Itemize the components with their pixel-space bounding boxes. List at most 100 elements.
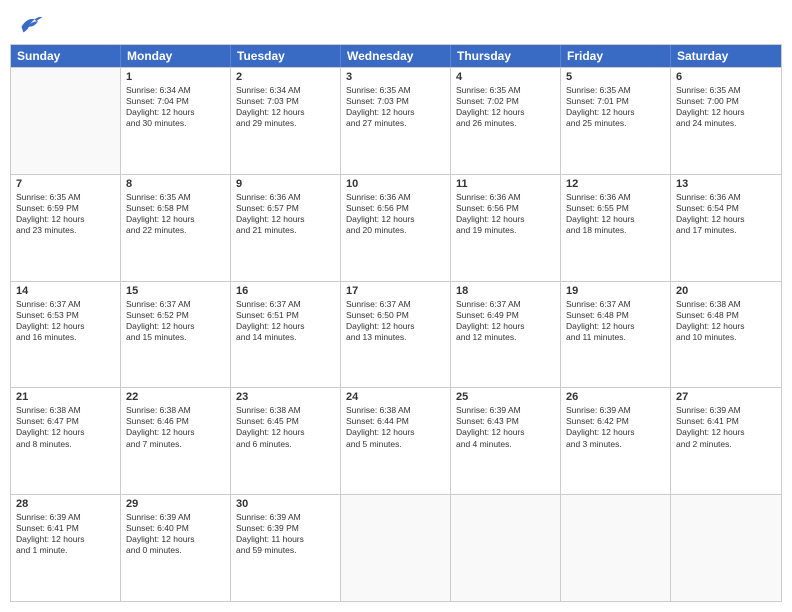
calendar-cell: 29 Sunrise: 6:39 AM Sunset: 6:40 PM Dayli…: [121, 495, 231, 601]
calendar-body: 1 Sunrise: 6:34 AM Sunset: 7:04 PM Daylig…: [11, 67, 781, 601]
header-day-friday: Friday: [561, 45, 671, 67]
day-info: Sunrise: 6:37 AM Sunset: 6:49 PM Dayligh…: [456, 299, 555, 343]
day-number: 2: [236, 71, 335, 83]
calendar-cell: 6 Sunrise: 6:35 AM Sunset: 7:00 PM Daylig…: [671, 68, 781, 174]
calendar-cell: 5 Sunrise: 6:35 AM Sunset: 7:01 PM Daylig…: [561, 68, 671, 174]
header-day-monday: Monday: [121, 45, 231, 67]
day-number: 15: [126, 285, 225, 297]
day-number: 22: [126, 391, 225, 403]
day-info: Sunrise: 6:36 AM Sunset: 6:57 PM Dayligh…: [236, 192, 335, 236]
calendar-header: SundayMondayTuesdayWednesdayThursdayFrid…: [11, 45, 781, 67]
header-day-tuesday: Tuesday: [231, 45, 341, 67]
calendar-cell: 1 Sunrise: 6:34 AM Sunset: 7:04 PM Daylig…: [121, 68, 231, 174]
day-info: Sunrise: 6:38 AM Sunset: 6:46 PM Dayligh…: [126, 405, 225, 449]
day-number: 19: [566, 285, 665, 297]
calendar-cell: 3Sunrise: 6:35 AM Sunset: 7:03 PM Daylig…: [341, 68, 451, 174]
day-number: 9: [236, 178, 335, 190]
calendar-row-3: 14 Sunrise: 6:37 AM Sunset: 6:53 PM Dayli…: [11, 281, 781, 388]
calendar-cell: 28Sunrise: 6:39 AM Sunset: 6:41 PM Dayli…: [11, 495, 121, 601]
calendar-cell: 12 Sunrise: 6:36 AM Sunset: 6:55 PM Dayli…: [561, 175, 671, 281]
day-number: 13: [676, 178, 776, 190]
calendar-cell: 24 Sunrise: 6:38 AM Sunset: 6:44 PM Dayli…: [341, 388, 451, 494]
day-info: Sunrise: 6:37 AM Sunset: 6:48 PM Dayligh…: [566, 299, 665, 343]
header: [10, 10, 782, 38]
day-info: Sunrise: 6:36 AM Sunset: 6:54 PM Dayligh…: [676, 192, 776, 236]
day-info: Sunrise: 6:34 AM Sunset: 7:04 PM Dayligh…: [126, 85, 225, 129]
page: SundayMondayTuesdayWednesdayThursdayFrid…: [0, 0, 792, 612]
day-number: 1: [126, 71, 225, 83]
day-number: 4: [456, 71, 555, 83]
day-info: Sunrise: 6:35 AM Sunset: 7:01 PM Dayligh…: [566, 85, 665, 129]
day-info: Sunrise: 6:35 AM Sunset: 6:58 PM Dayligh…: [126, 192, 225, 236]
day-number: 17: [346, 285, 445, 297]
day-info: Sunrise: 6:34 AM Sunset: 7:03 PM Dayligh…: [236, 85, 335, 129]
day-number: 5: [566, 71, 665, 83]
calendar-cell: [11, 68, 121, 174]
day-info: Sunrise: 6:37 AM Sunset: 6:50 PM Dayligh…: [346, 299, 445, 343]
day-info: Sunrise: 6:38 AM Sunset: 6:48 PM Dayligh…: [676, 299, 776, 343]
calendar-cell: 13 Sunrise: 6:36 AM Sunset: 6:54 PM Dayli…: [671, 175, 781, 281]
calendar-row-1: 1 Sunrise: 6:34 AM Sunset: 7:04 PM Daylig…: [11, 67, 781, 174]
calendar-cell: 22 Sunrise: 6:38 AM Sunset: 6:46 PM Dayli…: [121, 388, 231, 494]
day-number: 24: [346, 391, 445, 403]
calendar-cell: 11Sunrise: 6:36 AM Sunset: 6:56 PM Dayli…: [451, 175, 561, 281]
calendar: SundayMondayTuesdayWednesdayThursdayFrid…: [10, 44, 782, 602]
day-info: Sunrise: 6:35 AM Sunset: 6:59 PM Dayligh…: [16, 192, 115, 236]
calendar-cell: [451, 495, 561, 601]
calendar-cell: [671, 495, 781, 601]
calendar-row-2: 7 Sunrise: 6:35 AM Sunset: 6:59 PM Daylig…: [11, 174, 781, 281]
day-number: 18: [456, 285, 555, 297]
day-number: 16: [236, 285, 335, 297]
day-number: 12: [566, 178, 665, 190]
calendar-cell: 4 Sunrise: 6:35 AM Sunset: 7:02 PM Daylig…: [451, 68, 561, 174]
day-number: 27: [676, 391, 776, 403]
day-info: Sunrise: 6:38 AM Sunset: 6:47 PM Dayligh…: [16, 405, 115, 449]
day-number: 14: [16, 285, 115, 297]
day-number: 20: [676, 285, 776, 297]
calendar-cell: 20 Sunrise: 6:38 AM Sunset: 6:48 PM Dayli…: [671, 282, 781, 388]
calendar-cell: 23Sunrise: 6:38 AM Sunset: 6:45 PM Dayli…: [231, 388, 341, 494]
day-info: Sunrise: 6:39 AM Sunset: 6:43 PM Dayligh…: [456, 405, 555, 449]
day-info: Sunrise: 6:39 AM Sunset: 6:39 PM Dayligh…: [236, 512, 335, 556]
header-day-saturday: Saturday: [671, 45, 781, 67]
day-info: Sunrise: 6:35 AM Sunset: 7:03 PM Dayligh…: [346, 85, 445, 129]
day-number: 8: [126, 178, 225, 190]
calendar-cell: 27Sunrise: 6:39 AM Sunset: 6:41 PM Dayli…: [671, 388, 781, 494]
calendar-cell: 15Sunrise: 6:37 AM Sunset: 6:52 PM Dayli…: [121, 282, 231, 388]
day-number: 23: [236, 391, 335, 403]
calendar-cell: 14 Sunrise: 6:37 AM Sunset: 6:53 PM Dayli…: [11, 282, 121, 388]
day-number: 21: [16, 391, 115, 403]
day-info: Sunrise: 6:37 AM Sunset: 6:53 PM Dayligh…: [16, 299, 115, 343]
calendar-row-5: 28Sunrise: 6:39 AM Sunset: 6:41 PM Dayli…: [11, 494, 781, 601]
day-number: 25: [456, 391, 555, 403]
day-number: 6: [676, 71, 776, 83]
calendar-cell: 30Sunrise: 6:39 AM Sunset: 6:39 PM Dayli…: [231, 495, 341, 601]
day-number: 29: [126, 498, 225, 510]
calendar-cell: 2 Sunrise: 6:34 AM Sunset: 7:03 PM Daylig…: [231, 68, 341, 174]
calendar-cell: [561, 495, 671, 601]
day-info: Sunrise: 6:37 AM Sunset: 6:51 PM Dayligh…: [236, 299, 335, 343]
day-info: Sunrise: 6:36 AM Sunset: 6:55 PM Dayligh…: [566, 192, 665, 236]
day-info: Sunrise: 6:35 AM Sunset: 7:02 PM Dayligh…: [456, 85, 555, 129]
calendar-cell: 26Sunrise: 6:39 AM Sunset: 6:42 PM Dayli…: [561, 388, 671, 494]
calendar-cell: [341, 495, 451, 601]
calendar-cell: 18 Sunrise: 6:37 AM Sunset: 6:49 PM Dayli…: [451, 282, 561, 388]
day-number: 10: [346, 178, 445, 190]
header-day-thursday: Thursday: [451, 45, 561, 67]
calendar-cell: 8 Sunrise: 6:35 AM Sunset: 6:58 PM Daylig…: [121, 175, 231, 281]
header-day-sunday: Sunday: [11, 45, 121, 67]
calendar-cell: 21 Sunrise: 6:38 AM Sunset: 6:47 PM Dayli…: [11, 388, 121, 494]
day-number: 26: [566, 391, 665, 403]
header-day-wednesday: Wednesday: [341, 45, 451, 67]
logo-icon: [14, 10, 42, 38]
day-info: Sunrise: 6:38 AM Sunset: 6:44 PM Dayligh…: [346, 405, 445, 449]
day-number: 7: [16, 178, 115, 190]
calendar-cell: 25 Sunrise: 6:39 AM Sunset: 6:43 PM Dayli…: [451, 388, 561, 494]
calendar-cell: 9 Sunrise: 6:36 AM Sunset: 6:57 PM Daylig…: [231, 175, 341, 281]
calendar-cell: 16 Sunrise: 6:37 AM Sunset: 6:51 PM Dayli…: [231, 282, 341, 388]
calendar-cell: 10Sunrise: 6:36 AM Sunset: 6:56 PM Dayli…: [341, 175, 451, 281]
day-info: Sunrise: 6:39 AM Sunset: 6:40 PM Dayligh…: [126, 512, 225, 556]
calendar-row-4: 21 Sunrise: 6:38 AM Sunset: 6:47 PM Dayli…: [11, 387, 781, 494]
day-info: Sunrise: 6:35 AM Sunset: 7:00 PM Dayligh…: [676, 85, 776, 129]
calendar-cell: 7 Sunrise: 6:35 AM Sunset: 6:59 PM Daylig…: [11, 175, 121, 281]
